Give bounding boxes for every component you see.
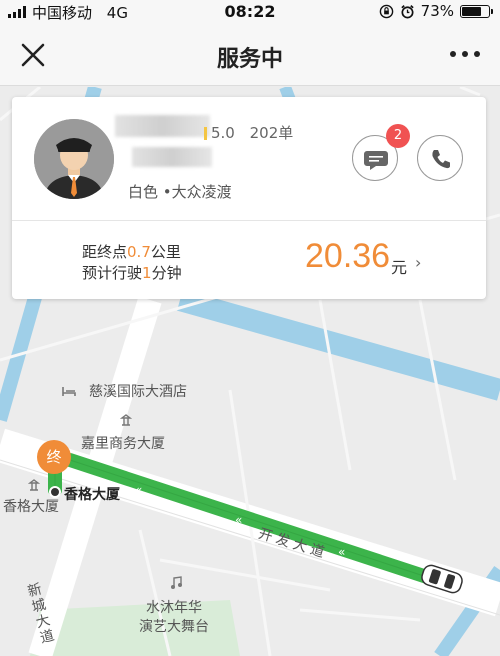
chevron-right-icon[interactable]: ›	[415, 253, 421, 272]
more-dots-icon[interactable]	[448, 44, 482, 64]
poi-label[interactable]: 演艺大舞台	[139, 616, 209, 636]
distance-prefix: 距终点	[82, 243, 128, 261]
svg-text:«: «	[135, 483, 142, 497]
driver-name-redacted	[115, 115, 210, 137]
hotel-icon	[62, 387, 76, 396]
end-marker: 终	[37, 440, 71, 474]
rating-star-icon	[204, 127, 207, 140]
office-icon	[120, 414, 132, 426]
poi-label[interactable]: 水沐年华	[146, 597, 202, 617]
driver-avatar-icon	[34, 119, 114, 199]
distance-remaining: 距终点0.7公里	[82, 241, 181, 262]
eta-remaining: 预计行驶1分钟	[82, 262, 182, 283]
poi-label[interactable]: 嘉里商务大厦	[81, 433, 165, 453]
eta-unit: 分钟	[151, 264, 182, 282]
page-title: 服务中	[216, 47, 283, 72]
battery-percent: 73%	[420, 2, 454, 20]
message-badge: 2	[386, 124, 410, 148]
rotation-lock-icon	[379, 4, 393, 18]
poi-label[interactable]: 香格大厦	[64, 484, 120, 504]
battery-icon	[460, 4, 493, 18]
eta-prefix: 预计行驶	[82, 264, 143, 282]
phone-icon	[432, 150, 450, 169]
call-button[interactable]	[417, 135, 463, 181]
battery-fill	[462, 6, 481, 16]
rating-value: 5.0	[211, 124, 235, 142]
svg-text:«: «	[235, 513, 242, 527]
fare-unit: 元	[391, 258, 408, 277]
poi-label[interactable]: 慈溪国际大酒店	[89, 381, 187, 401]
svg-text:«: «	[338, 545, 345, 559]
driver-avatar	[34, 119, 114, 199]
fare-amount[interactable]: 20.36	[305, 237, 390, 276]
distance-value: 0.7	[127, 243, 151, 261]
car-info: 白色 •大众凌渡	[128, 183, 232, 201]
status-bar: 中国移动 4G 08:22 73%	[0, 0, 500, 24]
order-count: 202单	[249, 124, 294, 142]
status-right: 73%	[379, 2, 493, 20]
music-icon	[171, 576, 182, 589]
eta-value: 1	[142, 264, 152, 282]
driver-rating: 5.0 202单	[204, 122, 293, 143]
card-divider	[12, 220, 486, 221]
poi-label[interactable]: 香格大厦	[3, 496, 59, 516]
plate-number-redacted	[132, 147, 212, 167]
distance-unit: 公里	[150, 243, 181, 261]
alarm-icon	[400, 4, 414, 18]
office-icon	[28, 479, 40, 491]
nav-bar: 服务中	[0, 24, 500, 86]
